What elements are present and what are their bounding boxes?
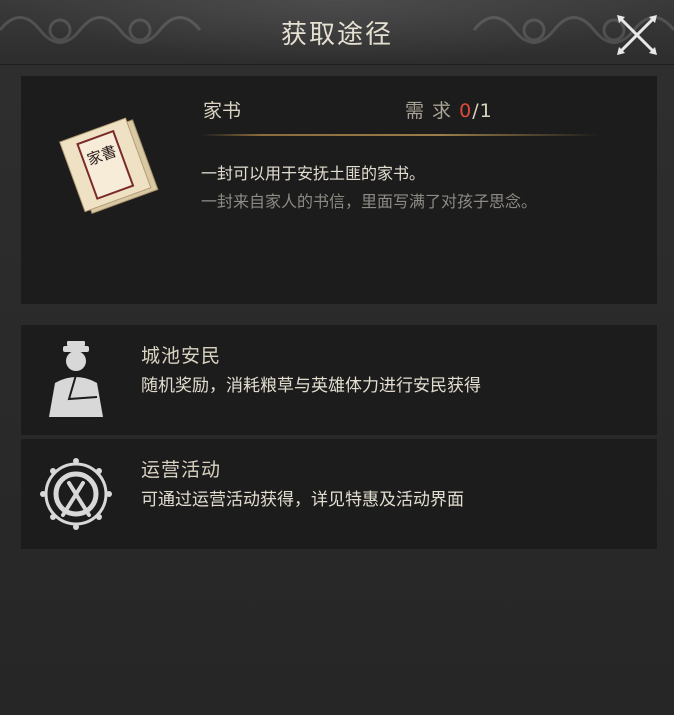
war-drum-icon <box>40 458 112 530</box>
letter-scroll-icon: 家書 <box>59 117 159 214</box>
item-name: 家书 <box>203 100 242 122</box>
source-description: 可通过运营活动获得，详见特惠及活动界面 <box>141 490 464 510</box>
source-name: 城池安民 <box>141 345 222 367</box>
gold-divider <box>201 134 601 136</box>
acquisition-dialog: 获取途径 家書 家书 需 求 0/1 一封可以用于安抚土匪的家书。 一封来自家人… <box>0 0 674 715</box>
item-info-card: 家書 家书 需 求 0/1 一封可以用于安抚土匪的家书。 一封来自家人的书信，里… <box>21 76 657 304</box>
item-requirement: 需 求 0/1 <box>405 96 493 123</box>
source-name: 运营活动 <box>141 459 222 481</box>
item-description: 一封可以用于安抚土匪的家书。 <box>201 164 426 183</box>
dialog-header: 获取途径 <box>0 0 674 65</box>
source-description: 随机奖励，消耗粮草与英雄体力进行安民获得 <box>141 376 481 396</box>
requirement-label: 需 求 <box>405 100 453 122</box>
dialog-title: 获取途径 <box>280 20 393 50</box>
close-button[interactable] <box>614 12 660 58</box>
source-row-events[interactable]: 运营活动 可通过运营活动获得，详见特惠及活动界面 <box>21 439 657 549</box>
official-figure-icon <box>49 341 103 417</box>
requirement-current: 0 <box>459 100 473 122</box>
close-icon <box>617 15 657 55</box>
source-row-pacify-city[interactable]: 城池安民 随机奖励，消耗粮草与英雄体力进行安民获得 <box>21 325 657 435</box>
item-flavor-text: 一封来自家人的书信，里面写满了对孩子思念。 <box>201 192 538 211</box>
requirement-total: /1 <box>472 100 493 122</box>
